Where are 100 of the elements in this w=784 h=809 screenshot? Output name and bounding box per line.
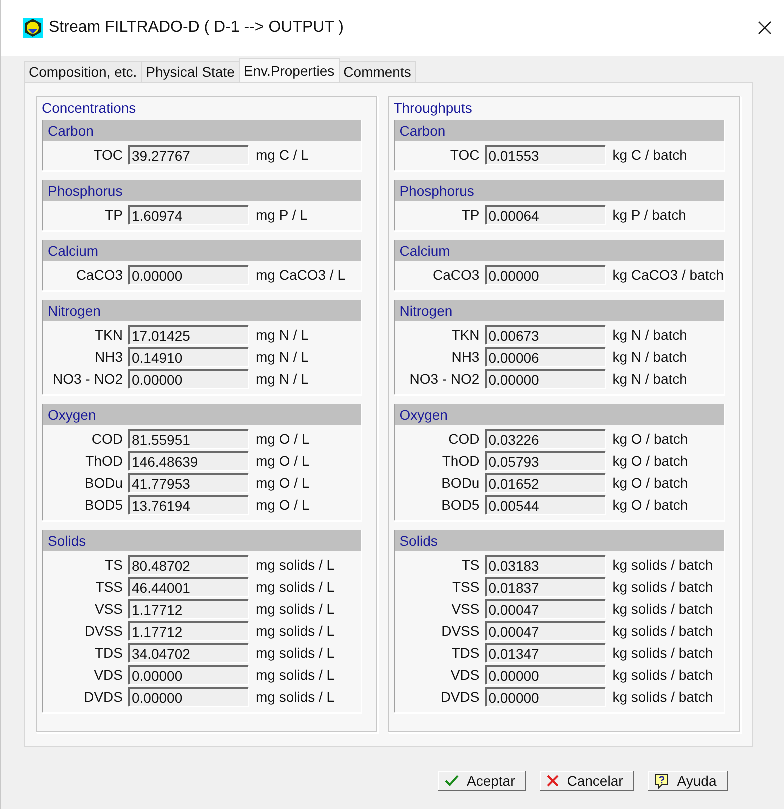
value-field[interactable]: 39.27767 bbox=[128, 145, 249, 165]
value-field[interactable]: 17.01425 bbox=[128, 325, 249, 345]
unit-label: kg P / batch bbox=[612, 207, 688, 223]
value-field[interactable]: 81.55951 bbox=[128, 429, 249, 449]
tab[interactable]: Physical State bbox=[141, 61, 240, 82]
value-field[interactable]: 0.14910 bbox=[128, 347, 249, 367]
panel-title: Throughputs bbox=[394, 100, 472, 116]
field-label: TDS bbox=[452, 645, 480, 661]
unit-label: kg solids / batch bbox=[612, 667, 714, 683]
value-field[interactable]: 1.17712 bbox=[128, 621, 249, 641]
value-field[interactable]: 0.00000 bbox=[484, 265, 606, 285]
value-field[interactable]: 0.00000 bbox=[128, 369, 249, 389]
tab[interactable]: Env.Properties bbox=[238, 58, 340, 82]
value-field[interactable]: 0.00064 bbox=[484, 205, 606, 225]
close-button[interactable] bbox=[756, 19, 774, 37]
check-icon bbox=[445, 775, 459, 787]
value-field[interactable]: 46.44001 bbox=[128, 577, 249, 597]
app-logo-icon bbox=[23, 18, 43, 38]
section-header: Carbon bbox=[394, 120, 724, 141]
dialog-button[interactable]: Cancelar bbox=[540, 771, 634, 791]
unit-label: mg N / L bbox=[255, 349, 310, 365]
value-field[interactable]: 80.48702 bbox=[128, 555, 249, 575]
unit-label: kg N / batch bbox=[612, 349, 688, 365]
section-header: Carbon bbox=[43, 120, 361, 141]
field-label: TSS bbox=[452, 579, 480, 595]
value-field[interactable]: 0.01553 bbox=[484, 145, 606, 165]
value-field[interactable]: 0.00047 bbox=[484, 621, 606, 641]
unit-label: mg O / L bbox=[255, 475, 311, 491]
unit-label: kg O / batch bbox=[612, 497, 690, 513]
field-label: NO3 - NO2 bbox=[52, 371, 123, 387]
field-label: COD bbox=[92, 431, 123, 447]
field-label: ThOD bbox=[86, 453, 123, 469]
unit-label: mg C / L bbox=[255, 147, 310, 163]
unit-label: kg N / batch bbox=[612, 327, 688, 343]
unit-label: mg O / L bbox=[255, 453, 311, 469]
field-label: TOC bbox=[450, 147, 480, 163]
value-field[interactable]: 0.03183 bbox=[484, 555, 606, 575]
field-label: DVDS bbox=[84, 689, 123, 705]
field-label: ThOD bbox=[442, 453, 480, 469]
value-field[interactable]: 0.01652 bbox=[484, 473, 606, 493]
value-field[interactable]: 13.76194 bbox=[128, 495, 249, 515]
field-label: TKN bbox=[95, 327, 123, 343]
field-label: CaCO3 bbox=[76, 267, 123, 283]
value-field[interactable]: 0.00000 bbox=[128, 265, 249, 285]
unit-label: kg solids / batch bbox=[612, 579, 714, 595]
field-label: TS bbox=[462, 557, 480, 573]
unit-label: mg solids / L bbox=[255, 623, 336, 639]
unit-label: mg solids / L bbox=[255, 667, 336, 683]
value-field[interactable]: 1.17712 bbox=[128, 599, 249, 619]
value-field[interactable]: 41.77953 bbox=[128, 473, 249, 493]
field-label: BODu bbox=[84, 475, 123, 491]
section-header: Nitrogen bbox=[394, 300, 724, 321]
unit-label: mg N / L bbox=[255, 371, 310, 387]
tab[interactable]: Comments bbox=[338, 61, 416, 82]
value-field[interactable]: 1.60974 bbox=[128, 205, 249, 225]
field-label: DVSS bbox=[84, 623, 123, 639]
unit-label: kg O / batch bbox=[612, 453, 690, 469]
field-label: NO3 - NO2 bbox=[410, 371, 480, 387]
value-field[interactable]: 0.00000 bbox=[128, 665, 249, 685]
value-field[interactable]: 0.00544 bbox=[484, 495, 606, 515]
value-field[interactable]: 0.01837 bbox=[484, 577, 606, 597]
unit-label: mg solids / L bbox=[255, 689, 336, 705]
value-field[interactable]: 0.03226 bbox=[484, 429, 606, 449]
unit-label: mg solids / L bbox=[255, 645, 336, 661]
unit-label: mg CaCO3 / L bbox=[255, 267, 346, 283]
unit-label: mg solids / L bbox=[255, 601, 336, 617]
unit-label: mg solids / L bbox=[255, 579, 336, 595]
value-field[interactable]: 0.00000 bbox=[484, 665, 606, 685]
field-label: TOC bbox=[94, 147, 123, 163]
field-label: BODu bbox=[442, 475, 480, 491]
section-header: Calcium bbox=[394, 240, 724, 261]
value-field[interactable]: 0.00000 bbox=[128, 687, 249, 707]
unit-label: kg N / batch bbox=[612, 371, 688, 387]
value-field[interactable]: 0.00006 bbox=[484, 347, 606, 367]
close-icon bbox=[547, 775, 560, 787]
tab[interactable]: Composition, etc. bbox=[24, 61, 142, 82]
dialog-button[interactable]: Aceptar bbox=[438, 771, 526, 791]
field-label: DVDS bbox=[440, 689, 480, 705]
unit-label: mg N / L bbox=[255, 327, 310, 343]
field-label: BOD5 bbox=[442, 497, 480, 513]
dialog-button[interactable]: Ayuda bbox=[648, 771, 728, 791]
section-header: Nitrogen bbox=[43, 300, 361, 321]
section-header: Phosphorus bbox=[394, 180, 724, 201]
value-field[interactable]: 146.48639 bbox=[128, 451, 249, 471]
value-field[interactable]: 0.01347 bbox=[484, 643, 606, 663]
section-header: Oxygen bbox=[43, 404, 361, 425]
value-field[interactable]: 0.00000 bbox=[484, 369, 606, 389]
value-field[interactable]: 0.00047 bbox=[484, 599, 606, 619]
panel-title: Concentrations bbox=[42, 100, 136, 116]
field-label: NH3 bbox=[452, 349, 480, 365]
unit-label: kg C / batch bbox=[612, 147, 688, 163]
value-field[interactable]: 0.00673 bbox=[484, 325, 606, 345]
field-label: BOD5 bbox=[84, 497, 123, 513]
section-header: Oxygen bbox=[394, 404, 724, 425]
unit-label: kg solids / batch bbox=[612, 623, 714, 639]
value-field[interactable]: 34.04702 bbox=[128, 643, 249, 663]
value-field[interactable]: 0.00000 bbox=[484, 687, 606, 707]
value-field[interactable]: 0.05793 bbox=[484, 451, 606, 471]
field-label: VDS bbox=[450, 667, 480, 683]
unit-label: kg solids / batch bbox=[612, 601, 714, 617]
